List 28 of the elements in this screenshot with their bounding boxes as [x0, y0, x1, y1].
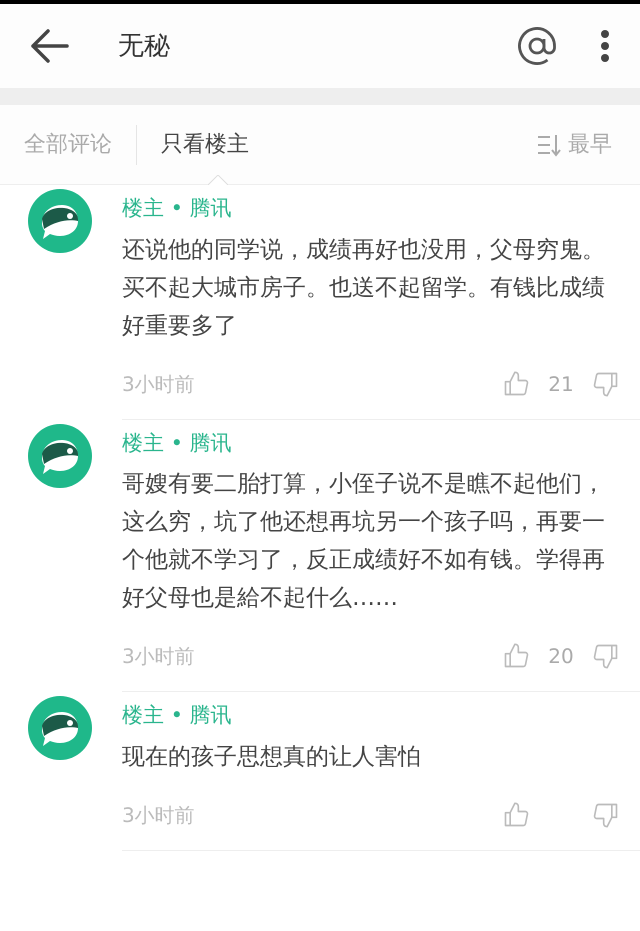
thumbs-up-icon[interactable]	[502, 800, 530, 828]
at-sign-icon[interactable]	[516, 25, 558, 67]
time-label: 3小时前	[122, 802, 195, 828]
comment-text: 哥嫂有要二胎打算，小侄子说不是瞧不起他们，这么穷，坑了他还想再坑另一个孩子吗，再要一个他就不学习了，反正成绩好不如有钱。学得再好父母也是給不起什么……	[122, 470, 606, 613]
sort-button[interactable]: 最早	[536, 128, 612, 161]
thumbs-up-icon[interactable]	[502, 642, 530, 670]
author-label: 楼主 • 腾讯	[122, 195, 232, 222]
time-label: 3小时前	[122, 370, 195, 398]
back-arrow-icon[interactable]	[30, 28, 70, 64]
author-label: 楼主 • 腾讯	[122, 430, 232, 456]
avatar-icon	[28, 696, 92, 760]
time-label: 3小时前	[122, 643, 195, 670]
more-icon[interactable]	[600, 29, 610, 63]
avatar-icon	[28, 424, 92, 488]
author-label: 楼主 • 腾讯	[122, 702, 232, 729]
filter-tab[interactable]: 只看楼主	[137, 128, 273, 161]
like-count: 20	[547, 643, 575, 670]
comment-text: 现在的孩子思想真的让人害怕	[122, 742, 422, 772]
thumbs-up-icon[interactable]	[502, 370, 530, 398]
page-title: 无秘	[118, 30, 170, 62]
filter-tab[interactable]: 全部评论	[0, 128, 136, 161]
avatar-icon	[28, 189, 92, 253]
thumbs-down-icon[interactable]	[592, 370, 620, 398]
thumbs-down-icon[interactable]	[592, 800, 620, 828]
sort-icon	[536, 132, 562, 156]
like-count: 21	[547, 370, 575, 398]
comment-text: 还说他的同学说，成绩再好也没用，父母穷鬼。买不起大城市房子。也送不起留学。有钱比成绩好重要多了	[122, 236, 606, 340]
thumbs-down-icon[interactable]	[592, 642, 620, 670]
